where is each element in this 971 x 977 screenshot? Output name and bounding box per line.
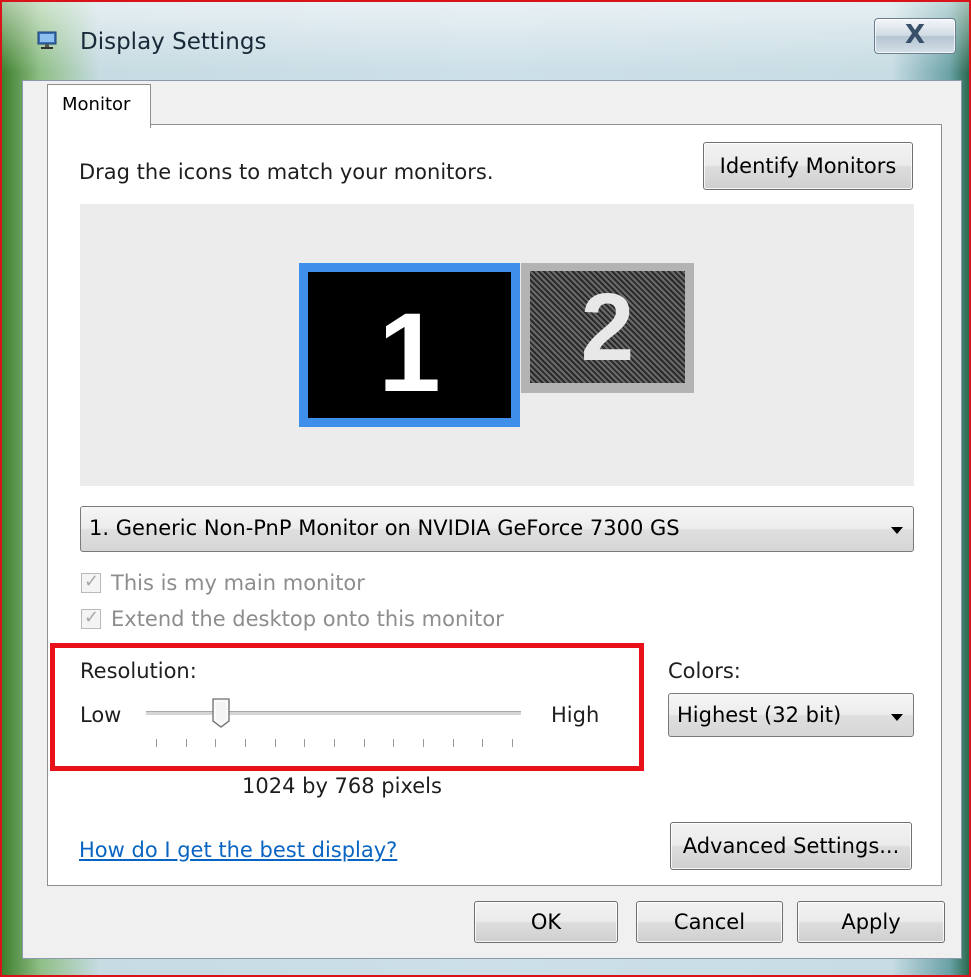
resolution-slider-tick: [393, 739, 395, 747]
resolution-slider-tick: [363, 739, 365, 747]
resolution-slider-tick: [245, 739, 246, 747]
monitor-dropdown[interactable]: 1. Generic Non-PnP Monitor on NVIDIA GeF…: [80, 506, 914, 552]
resolution-slider-tick: [304, 739, 306, 747]
resolution-label: Resolution:: [80, 659, 197, 683]
tab-monitor-label: Monitor: [62, 94, 131, 115]
monitor-1-screen: 1: [308, 272, 511, 418]
resolution-slider-thumb[interactable]: [211, 697, 231, 729]
advanced-settings-button[interactable]: Advanced Settings...: [670, 822, 912, 870]
resolution-slider-tick: [482, 739, 484, 747]
main-monitor-checkbox[interactable]: [81, 571, 101, 593]
window-title: Display Settings: [80, 29, 267, 55]
resolution-slider-tick: [334, 739, 335, 747]
resolution-value: 1024 by 768 pixels: [242, 774, 442, 798]
resolution-slider-tick: [512, 739, 513, 747]
resolution-slider-track[interactable]: [146, 711, 521, 716]
close-button[interactable]: X: [874, 18, 956, 54]
resolution-slider-tick: [185, 739, 187, 747]
resolution-slider-tick: [274, 739, 276, 747]
resolution-slider-tick: [423, 739, 424, 747]
resolution-slider-tick: [156, 739, 157, 747]
cancel-label: Cancel: [673, 910, 746, 934]
display-settings-icon: [37, 31, 57, 49]
close-icon: X: [904, 20, 926, 50]
resolution-slider-tick: [452, 739, 454, 747]
title-bar[interactable]: Display Settings X: [2, 2, 969, 82]
advanced-settings-label: Advanced Settings...: [682, 834, 900, 858]
identify-monitors-button[interactable]: Identify Monitors: [703, 142, 913, 190]
drag-instruction: Drag the icons to match your monitors.: [79, 160, 494, 184]
ok-label: OK: [530, 910, 562, 934]
best-display-help-link[interactable]: How do I get the best display?: [79, 838, 397, 862]
colors-label: Colors:: [668, 659, 741, 683]
monitor-2-number: 2: [580, 274, 635, 381]
monitor-dropdown-value: 1. Generic Non-PnP Monitor on NVIDIA GeF…: [89, 516, 680, 540]
extend-desktop-label: Extend the desktop onto this monitor: [111, 607, 504, 631]
identify-monitors-label: Identify Monitors: [719, 154, 897, 178]
monitor-1-icon[interactable]: 1: [299, 263, 520, 427]
resolution-low-label: Low: [80, 703, 122, 727]
apply-label: Apply: [841, 910, 901, 934]
chevron-down-icon: [891, 527, 903, 534]
ok-button[interactable]: OK: [474, 901, 618, 943]
extend-desktop-checkbox[interactable]: [81, 607, 101, 629]
resolution-slider-tick: [215, 739, 217, 747]
chevron-down-icon: [891, 714, 903, 721]
monitor-1-number: 1: [378, 290, 441, 415]
apply-button[interactable]: Apply: [797, 901, 945, 943]
colors-dropdown[interactable]: Highest (32 bit): [668, 693, 914, 737]
cancel-button[interactable]: Cancel: [636, 901, 783, 943]
resolution-high-label: High: [551, 703, 600, 727]
monitor-2-screen: 2: [530, 271, 685, 383]
colors-dropdown-value: Highest (32 bit): [677, 703, 842, 727]
monitor-2-icon[interactable]: 2: [521, 263, 694, 393]
tab-monitor[interactable]: Monitor: [47, 84, 151, 128]
main-monitor-label: This is my main monitor: [111, 571, 365, 595]
